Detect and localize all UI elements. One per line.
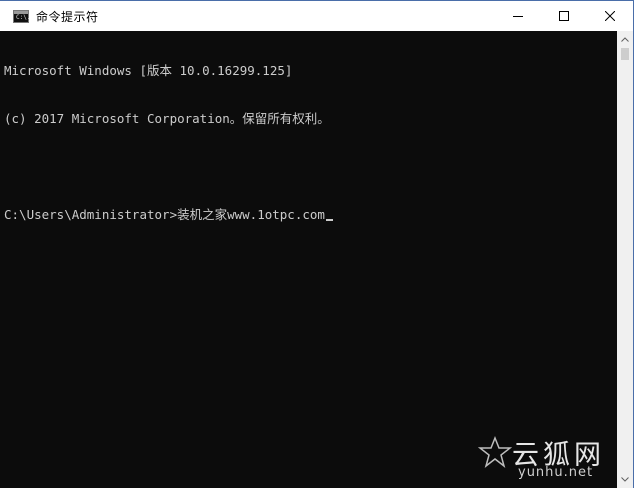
close-button[interactable] bbox=[587, 1, 633, 31]
minimize-button[interactable] bbox=[495, 1, 541, 31]
vertical-scrollbar[interactable] bbox=[617, 31, 633, 488]
watermark: 云狐网 yunhu.net bbox=[478, 431, 618, 483]
scroll-down-button[interactable] bbox=[617, 471, 633, 488]
watermark-latin: yunhu.net bbox=[518, 465, 594, 480]
chevron-down-icon bbox=[621, 477, 629, 482]
console-line: (c) 2017 Microsoft Corporation。保留所有权利。 bbox=[4, 111, 330, 126]
window-title: 命令提示符 bbox=[36, 9, 99, 24]
chevron-up-icon bbox=[621, 37, 629, 42]
close-icon bbox=[605, 11, 615, 21]
cmd-app-icon[interactable]: C:\. bbox=[13, 9, 31, 23]
minimize-icon bbox=[513, 16, 523, 17]
console-output[interactable]: Microsoft Windows [版本 10.0.16299.125] (c… bbox=[0, 31, 617, 488]
cmd-icon-glyph: C:\. bbox=[16, 13, 31, 21]
scroll-up-button[interactable] bbox=[617, 31, 633, 48]
console-line: Microsoft Windows [版本 10.0.16299.125] bbox=[4, 63, 293, 78]
desktop-background-right bbox=[634, 0, 640, 488]
scroll-thumb[interactable] bbox=[621, 48, 629, 60]
console-prompt-line[interactable]: C:\Users\Administrator>装机之家www.1otpc.com bbox=[4, 207, 617, 223]
title-bar[interactable]: C:\. 命令提示符 bbox=[0, 1, 633, 31]
command-prompt-window[interactable]: C:\. 命令提示符 Microsoft Windows [版本 10.0.16… bbox=[0, 0, 634, 488]
window-controls bbox=[495, 1, 633, 31]
screen: C:\. 命令提示符 Microsoft Windows [版本 10.0.16… bbox=[0, 0, 640, 488]
console-prompt-text: C:\Users\Administrator>装机之家www.1otpc.com bbox=[4, 207, 325, 222]
text-cursor bbox=[325, 219, 333, 221]
maximize-icon bbox=[559, 11, 569, 21]
star-icon bbox=[478, 435, 512, 468]
maximize-button[interactable] bbox=[541, 1, 587, 31]
